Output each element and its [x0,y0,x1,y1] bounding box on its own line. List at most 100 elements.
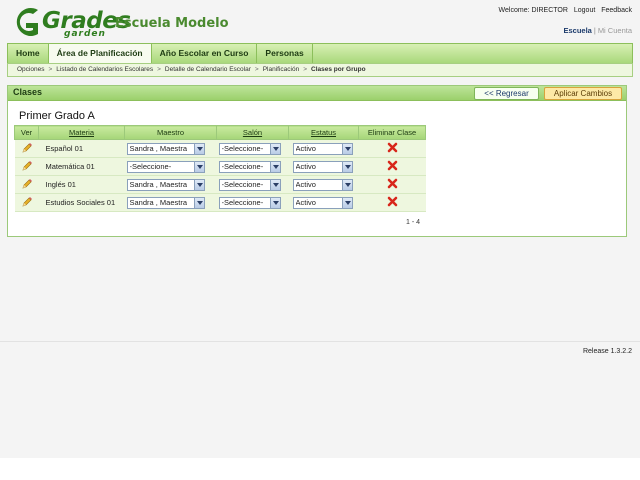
delete-x-icon[interactable] [387,196,398,207]
account-switch: Escuela | Mi Cuenta [564,26,633,35]
maestro-cell: Sandra , Maestra [124,193,217,212]
account-separator: | [593,26,596,35]
salon-cell: -Seleccione- [216,175,289,194]
maestro-cell: Sandra , Maestra [124,175,217,194]
top-links: Welcome: DIRECTOR Logout Feedback [495,7,632,14]
back-button[interactable]: << Regresar [474,87,539,100]
welcome-text: Welcome: DIRECTOR [498,7,568,14]
salon-select[interactable]: -Seleccione- [218,178,281,191]
header-estatus[interactable]: Estatus [288,125,359,140]
breadcrumb-item[interactable]: Detalle de Calendario Escolar [165,66,251,73]
salon-select[interactable]: -Seleccione- [218,196,281,209]
materia-cell: Inglés 01 [38,175,125,194]
table-row: Español 01 Sandra , Maestra -Seleccione- [14,139,426,158]
pencil-icon[interactable] [21,160,33,172]
header-salon[interactable]: Salón [216,125,289,140]
chevron-down-icon [341,197,352,208]
salon-select-value: -Seleccione- [221,179,264,189]
maestro-select[interactable]: Sandra , Maestra [126,142,205,155]
edit-cell [14,139,39,158]
breadcrumb-separator: > [254,66,259,73]
delete-x-icon[interactable] [387,178,398,189]
header-maestro: Maestro [124,125,217,140]
header-eliminar: Eliminar Clase [358,125,426,140]
maestro-select[interactable]: Sandra , Maestra [126,178,205,191]
chevron-down-icon [269,143,280,154]
breadcrumb-item[interactable]: Planificación [263,66,300,73]
apply-changes-button[interactable]: Aplicar Cambios [544,87,622,100]
account-link-mi-cuenta[interactable]: Mi Cuenta [598,26,632,35]
maestro-cell: Sandra , Maestra [124,139,217,158]
group-title: Primer Grado A [19,110,95,122]
materia-cell: Español 01 [38,139,125,158]
pencil-icon[interactable] [21,178,33,190]
table-row: Estudios Sociales 01 Sandra , Maestra -S… [14,193,426,212]
header: Grades garden Escuela Modelo Welcome: DI… [0,0,640,44]
pencil-icon[interactable] [21,196,33,208]
estatus-select-value: Activo [295,161,316,171]
breadcrumb-item[interactable]: Listado de Calendarios Escolares [56,66,153,73]
estatus-select[interactable]: Activo [292,142,353,155]
delete-cell [358,139,426,158]
maestro-select[interactable]: Sandra , Maestra [126,196,205,209]
maestro-select[interactable]: -Seleccione- [126,160,205,173]
release-version: Release 1.3.2.2 [582,348,632,355]
estatus-select-value: Activo [295,143,316,153]
page: Grades garden Escuela Modelo Welcome: DI… [0,0,640,458]
maestro-select-value: Sandra , Maestra [129,197,188,207]
delete-cell [358,157,426,176]
delete-x-icon[interactable] [387,160,398,171]
salon-select[interactable]: -Seleccione- [218,160,281,173]
salon-select-value: -Seleccione- [221,197,264,207]
delete-cell [358,175,426,194]
logout-link[interactable]: Logout [574,7,595,14]
classes-table: Ver Materia Maestro Salón Estatus Elimin… [14,125,426,212]
estatus-select-value: Activo [295,179,316,189]
edit-cell [14,193,39,212]
salon-select[interactable]: -Seleccione- [218,142,281,155]
delete-cell [358,193,426,212]
logo-subtext: garden [64,29,106,39]
feedback-link[interactable]: Feedback [601,7,632,14]
estatus-cell: Activo [288,193,359,212]
chevron-down-icon [341,143,352,154]
footer-divider [0,341,640,342]
breadcrumb: Opciones > Listado de Calendarios Escolare… [7,63,633,77]
pager-count: 1 - 4 [406,219,421,226]
breadcrumb-item[interactable]: Opciones [17,66,44,73]
nav-tab-planificacion[interactable]: Área de Planificación [48,44,152,63]
salon-cell: -Seleccione- [216,193,289,212]
breadcrumb-separator: > [157,66,161,73]
chevron-down-icon [269,197,280,208]
bottom-strip [0,458,640,480]
table-row: Matemática 01 -Seleccione- -Seleccione- [14,157,426,176]
breadcrumb-separator: > [303,66,307,73]
account-link-escuela[interactable]: Escuela [564,26,592,35]
delete-x-icon[interactable] [387,142,398,153]
grades-garden-logo[interactable]: Grades garden [8,6,131,39]
nav-tab-personas[interactable]: Personas [257,44,313,63]
header-materia[interactable]: Materia [38,125,125,140]
chevron-down-icon [193,197,204,208]
nav-tab-home[interactable]: Home [8,44,49,63]
nav-tab-ano-escolar[interactable]: Año Escolar en Curso [152,44,258,63]
estatus-cell: Activo [288,139,359,158]
pencil-icon[interactable] [21,142,33,154]
maestro-cell: -Seleccione- [124,157,217,176]
chevron-down-icon [193,179,204,190]
estatus-select[interactable]: Activo [292,196,353,209]
edit-cell [14,157,39,176]
panel-title: Clases [13,87,43,97]
clases-panel: Clases << Regresar Aplicar Cambios Prime… [7,85,627,237]
salon-cell: -Seleccione- [216,157,289,176]
table-row: Inglés 01 Sandra , Maestra -Seleccione- [14,175,426,194]
estatus-select[interactable]: Activo [292,178,353,191]
materia-cell: Estudios Sociales 01 [38,193,125,212]
chevron-down-icon [193,143,204,154]
breadcrumb-current: Clases por Grupo [311,66,366,73]
panel-header: Clases << Regresar Aplicar Cambios [8,86,626,101]
chevron-down-icon [341,179,352,190]
breadcrumb-separator: > [48,66,53,73]
estatus-select[interactable]: Activo [292,160,353,173]
maestro-select-value: -Seleccione- [129,161,172,171]
